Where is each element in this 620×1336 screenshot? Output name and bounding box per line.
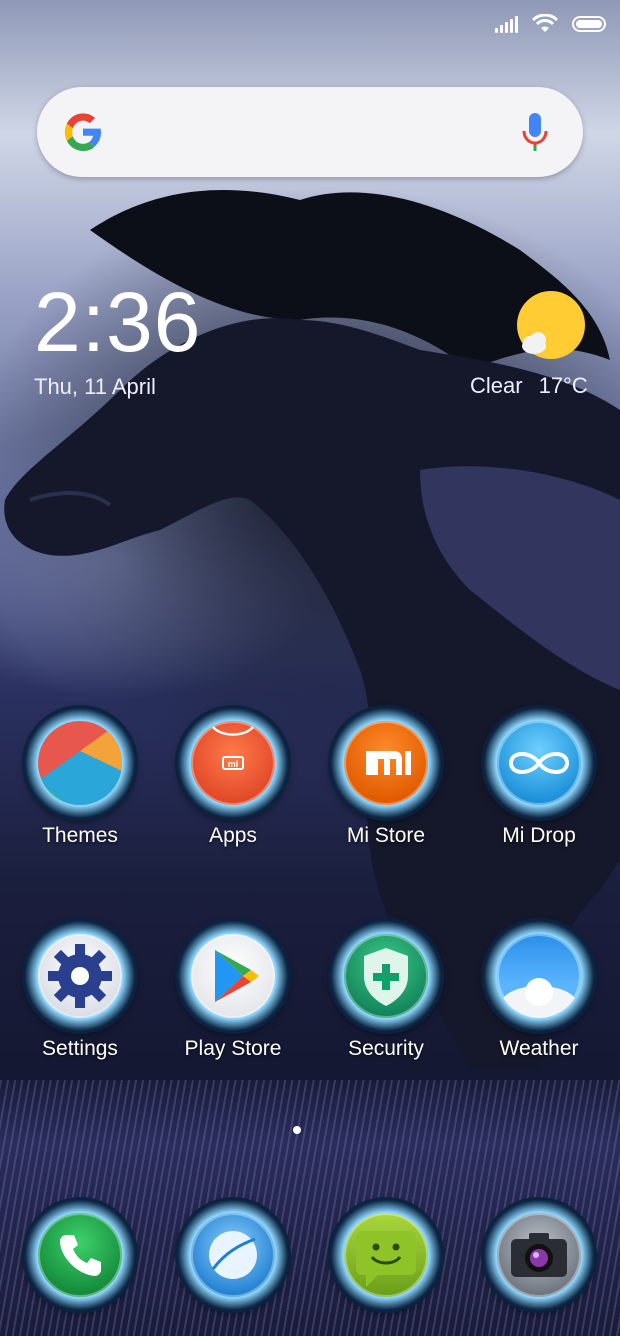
app-label: Mi Store	[346, 824, 426, 847]
status-bar	[495, 10, 606, 38]
clock-date[interactable]: Thu, 11 April	[34, 374, 156, 400]
wifi-icon	[532, 14, 558, 32]
camera-icon	[497, 1213, 581, 1297]
app-mi-drop[interactable]: Mi Drop	[464, 708, 614, 848]
page-indicator-dot[interactable]	[293, 1126, 301, 1134]
mi-drop-icon	[497, 721, 581, 805]
app-apps[interactable]: mi Apps	[158, 708, 308, 848]
google-logo	[64, 113, 101, 151]
weather-temperature: 17°C	[538, 373, 588, 398]
app-security[interactable]: Security	[311, 921, 461, 1061]
browser-icon	[191, 1213, 275, 1297]
dock-camera[interactable]	[464, 1200, 614, 1310]
shield-icon	[344, 934, 428, 1018]
app-play-store[interactable]: Play Store	[158, 921, 308, 1061]
mi-store-icon	[344, 721, 428, 805]
weather-condition: Clear	[470, 373, 523, 398]
app-label: Mi Drop	[502, 824, 576, 847]
mic-icon[interactable]	[521, 111, 549, 153]
svg-text:mi: mi	[228, 759, 239, 769]
dock-messages[interactable]	[311, 1200, 461, 1310]
wallpaper	[0, 0, 620, 1336]
app-label: Security	[348, 1037, 424, 1060]
app-settings[interactable]: Settings	[5, 921, 155, 1061]
app-label: Weather	[499, 1037, 579, 1060]
mi-apps-icon: mi	[191, 721, 275, 805]
phone-icon	[38, 1213, 122, 1297]
app-themes[interactable]: Themes	[5, 708, 155, 848]
dock-browser[interactable]	[158, 1200, 308, 1310]
battery-icon	[572, 16, 606, 32]
clock-time[interactable]: 2:36	[34, 280, 202, 364]
google-search-bar[interactable]	[37, 87, 583, 177]
sun-cloud-icon[interactable]	[514, 290, 586, 362]
app-weather[interactable]: Weather	[464, 921, 614, 1061]
app-label: Play Store	[184, 1037, 282, 1060]
play-store-icon	[191, 934, 275, 1018]
app-label: Settings	[42, 1037, 118, 1060]
weather-icon	[497, 934, 581, 1018]
app-mi-store[interactable]: Mi Store	[311, 708, 461, 848]
dock-phone[interactable]	[5, 1200, 155, 1310]
signal-icon	[495, 15, 518, 33]
weather-widget[interactable]: Clear 17°C	[470, 373, 588, 399]
themes-icon	[38, 721, 122, 805]
app-label: Apps	[209, 824, 257, 847]
app-label: Themes	[42, 824, 118, 847]
gear-icon	[38, 934, 122, 1018]
messages-icon	[344, 1213, 428, 1297]
